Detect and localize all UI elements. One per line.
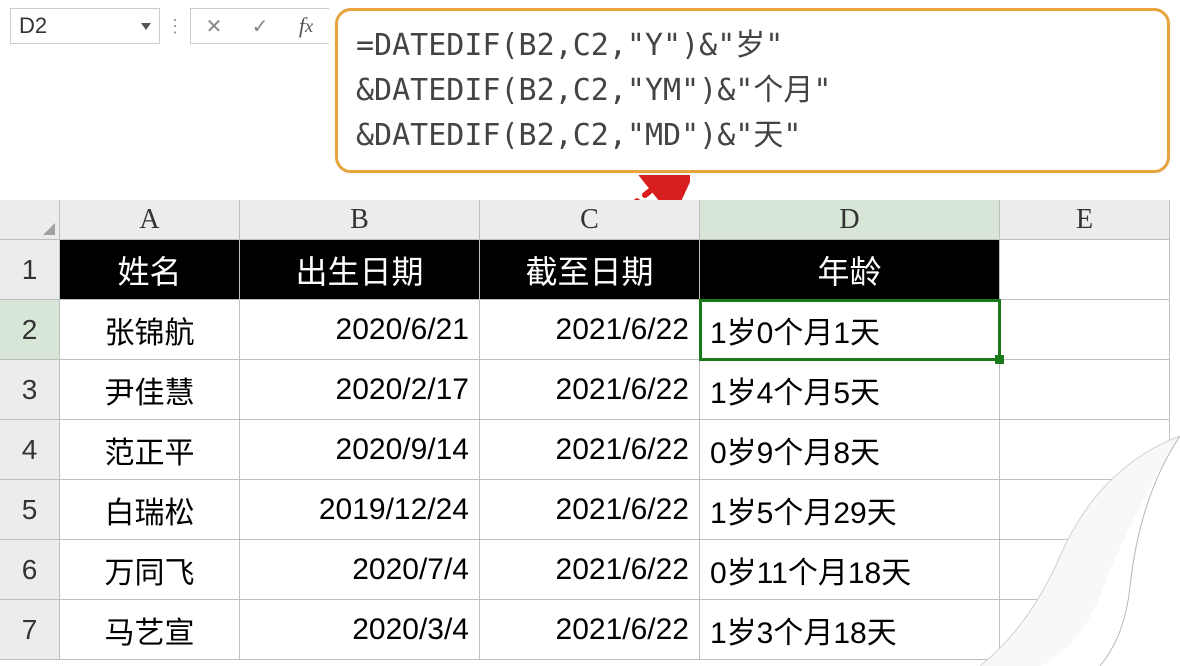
cell-d6[interactable]: 0岁11个月18天 [700, 540, 1000, 600]
select-all-corner[interactable] [0, 200, 60, 240]
col-header-a[interactable]: A [60, 200, 240, 240]
row-header-5[interactable]: 5 [0, 480, 60, 540]
cell-e1[interactable] [1000, 240, 1170, 300]
cell-a7[interactable]: 马艺宣 [60, 600, 240, 660]
cell-e7[interactable] [1000, 600, 1170, 660]
header-until: 截至日期 [525, 247, 653, 293]
cell-d3[interactable]: 1岁4个月5天 [700, 360, 1000, 420]
cell-e6[interactable] [1000, 540, 1170, 600]
cancel-icon[interactable]: ✕ [191, 9, 237, 43]
cell-e5[interactable] [1000, 480, 1170, 540]
cell-d7[interactable]: 1岁3个月18天 [700, 600, 1000, 660]
col-header-d[interactable]: D [700, 200, 1000, 240]
formula-line-1: =DATEDIF(B2,C2,"Y")&"岁" [356, 23, 1149, 68]
col-header-e[interactable]: E [1000, 200, 1170, 240]
cell-a1[interactable]: 姓名 [60, 240, 240, 300]
name-box-value: D2 [19, 13, 47, 39]
row-header-7[interactable]: 7 [0, 600, 60, 660]
name-box[interactable]: D2 [10, 8, 160, 44]
cell-d5[interactable]: 1岁5个月29天 [700, 480, 1000, 540]
cell-e2[interactable] [1000, 300, 1170, 360]
cell-a2[interactable]: 张锦航 [60, 300, 240, 360]
cell-d1[interactable]: 年龄 [700, 240, 1000, 300]
row-header-3[interactable]: 3 [0, 360, 60, 420]
cell-b1[interactable]: 出生日期 [240, 240, 480, 300]
spreadsheet-grid: A B C D E 1 姓名 出生日期 截至日期 年龄 2 张锦航 2020/6… [0, 200, 1180, 660]
fx-icon[interactable]: fx [283, 9, 329, 43]
col-header-c[interactable]: C [480, 200, 700, 240]
cell-c3[interactable]: 2021/6/22 [480, 360, 700, 420]
header-age: 年龄 [817, 247, 881, 293]
cell-b6[interactable]: 2020/7/4 [240, 540, 480, 600]
cell-a6[interactable]: 万同飞 [60, 540, 240, 600]
formula-bar: D2 ⋮ ✕ ✓ fx =DATEDIF(B2,C2,"Y")&"岁" &DAT… [0, 0, 1180, 180]
cell-b4[interactable]: 2020/9/14 [240, 420, 480, 480]
col-header-b[interactable]: B [240, 200, 480, 240]
enter-icon[interactable]: ✓ [237, 9, 283, 43]
cell-c1[interactable]: 截至日期 [480, 240, 700, 300]
formula-input[interactable]: =DATEDIF(B2,C2,"Y")&"岁" &DATEDIF(B2,C2,"… [335, 8, 1170, 173]
cell-d2[interactable]: 1岁0个月1天 [700, 300, 1000, 360]
cell-b5[interactable]: 2019/12/24 [240, 480, 480, 540]
row-header-2[interactable]: 2 [0, 300, 60, 360]
cell-e3[interactable] [1000, 360, 1170, 420]
cell-b7[interactable]: 2020/3/4 [240, 600, 480, 660]
separator: ⋮ [160, 8, 190, 44]
cell-b2[interactable]: 2020/6/21 [240, 300, 480, 360]
cell-c7[interactable]: 2021/6/22 [480, 600, 700, 660]
cell-a3[interactable]: 尹佳慧 [60, 360, 240, 420]
cell-d4[interactable]: 0岁9个月8天 [700, 420, 1000, 480]
row-header-1[interactable]: 1 [0, 240, 60, 300]
dropdown-icon [141, 23, 151, 30]
header-name: 姓名 [117, 247, 181, 293]
formula-bar-buttons: ✕ ✓ fx [190, 8, 329, 44]
row-header-4[interactable]: 4 [0, 420, 60, 480]
cell-e4[interactable] [1000, 420, 1170, 480]
cell-c5[interactable]: 2021/6/22 [480, 480, 700, 540]
formula-line-3: &DATEDIF(B2,C2,"MD")&"天" [356, 113, 1149, 158]
cell-c6[interactable]: 2021/6/22 [480, 540, 700, 600]
formula-line-2: &DATEDIF(B2,C2,"YM")&"个月" [356, 68, 1149, 113]
cell-a5[interactable]: 白瑞松 [60, 480, 240, 540]
header-birth: 出生日期 [295, 247, 423, 293]
cell-a4[interactable]: 范正平 [60, 420, 240, 480]
row-header-6[interactable]: 6 [0, 540, 60, 600]
cell-c4[interactable]: 2021/6/22 [480, 420, 700, 480]
cell-c2[interactable]: 2021/6/22 [480, 300, 700, 360]
cell-b3[interactable]: 2020/2/17 [240, 360, 480, 420]
